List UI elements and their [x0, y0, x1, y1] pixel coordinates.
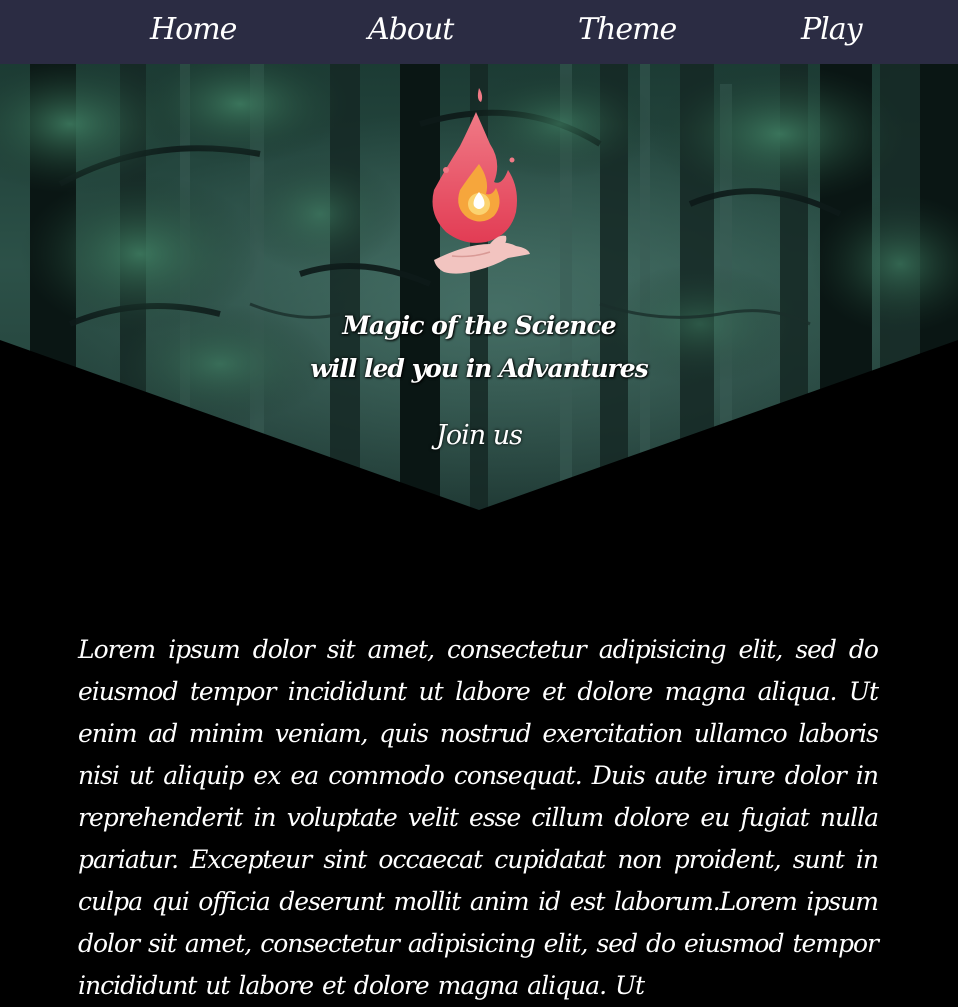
- join-us-button[interactable]: Join us: [379, 420, 579, 451]
- hero-title: Magic of the Science will led you in Adv…: [229, 304, 729, 390]
- nav-link-play[interactable]: Play: [801, 10, 863, 50]
- hero-title-line-2: will led you in Advantures: [310, 354, 648, 383]
- top-nav-bar: Home About Theme Play: [0, 0, 958, 64]
- nav-link-home[interactable]: Home: [150, 10, 237, 50]
- hero-title-line-1: Magic of the Science: [342, 311, 616, 340]
- hero-section: Magic of the Science will led you in Adv…: [0, 64, 958, 510]
- body-paragraph: Lorem ipsum dolor sit amet, consectetur …: [78, 635, 879, 1000]
- flame-in-hand-icon: [432, 88, 530, 274]
- nav-link-theme[interactable]: Theme: [578, 10, 677, 50]
- nav-link-about[interactable]: About: [368, 10, 454, 50]
